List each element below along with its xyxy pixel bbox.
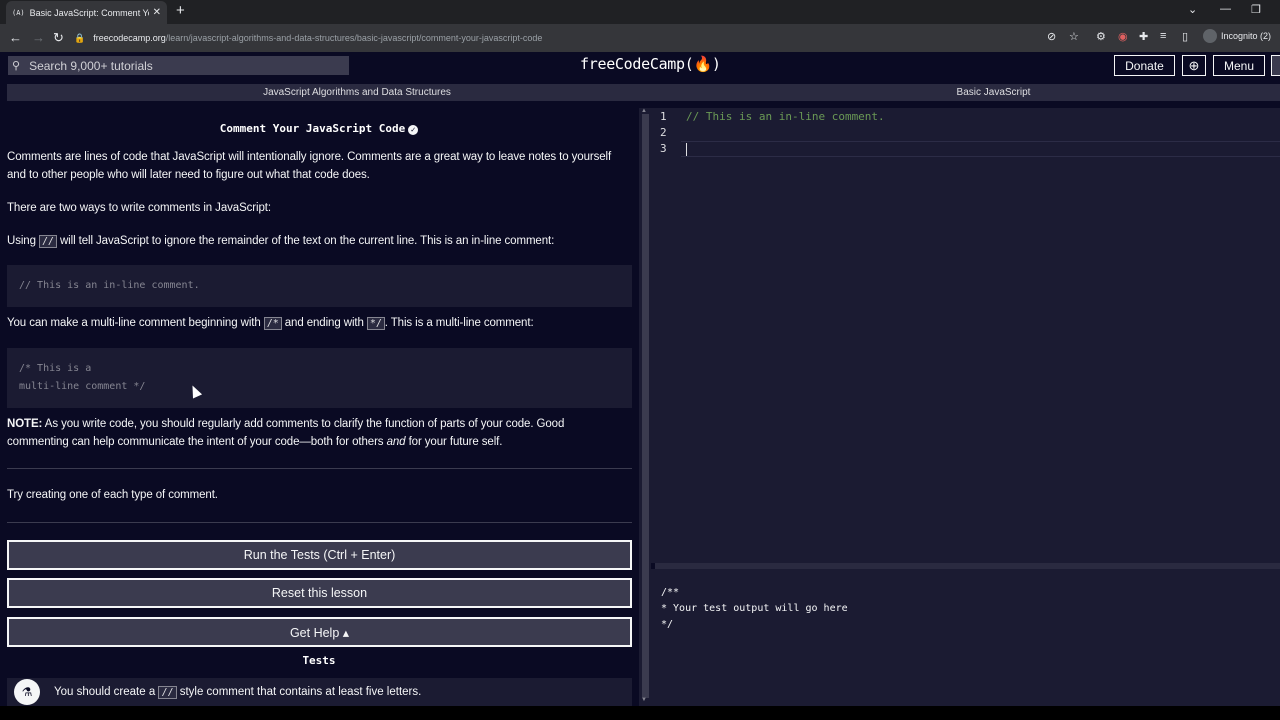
fcc-header: ⚲ Search 9,000+ tutorials freeCodeCamp(🔥… — [0, 52, 1280, 78]
code-block-inline: // This is an in-line comment. — [7, 265, 632, 307]
instructions-pane: Comment Your JavaScript Code ✓ Comments a… — [0, 108, 638, 706]
tests-heading: Tests — [302, 654, 336, 667]
test-output-console: /** * Your test output will go here */ — [651, 569, 1280, 706]
active-line-highlight — [681, 141, 1280, 157]
test-item: ⚗ You should create a // style comment t… — [7, 678, 632, 706]
bottom-strip — [0, 706, 1280, 720]
note-label: NOTE: — [7, 418, 43, 430]
menu-button[interactable]: Menu — [1213, 55, 1265, 76]
eye-off-icon[interactable]: ⊘ — [1047, 30, 1056, 43]
back-icon[interactable]: ← — [9, 30, 22, 45]
lock-icon[interactable]: 🔒 — [74, 33, 85, 44]
freecodecamp-favicon-icon: (A) — [12, 8, 25, 17]
line-number: 3 — [660, 142, 667, 155]
code-block-multiline: /* This is a multi-line comment */ — [7, 348, 632, 408]
paragraph-note: NOTE: As you write code, you should regu… — [7, 415, 617, 451]
reload-icon[interactable]: ↻ — [53, 30, 64, 46]
challenge-title: Comment Your JavaScript Code ✓ — [0, 122, 638, 135]
url-path: /learn/javascript-algorithms-and-data-st… — [165, 33, 543, 43]
text: will tell JavaScript to ignore the remai… — [59, 235, 555, 247]
side-panel-icon[interactable]: ▯ — [1182, 30, 1188, 43]
close-tab-icon[interactable]: ✕ — [153, 7, 161, 18]
line-number: 1 — [660, 110, 667, 123]
paragraph-multiline: You can make a multi-line comment beginn… — [7, 314, 617, 333]
text: You should create a — [54, 686, 156, 698]
incognito-profile[interactable]: Incognito (2) — [1203, 29, 1271, 43]
minimize-icon[interactable]: — — [1220, 3, 1231, 15]
editor-code-line[interactable]: // This is an in-line comment. — [686, 110, 885, 123]
paragraph-two-ways: There are two ways to write comments in … — [7, 202, 271, 214]
browser-toolbar: ← → ↻ 🔒 freecodecamp.org/learn/javascrip… — [0, 24, 1280, 52]
new-tab-icon[interactable]: + — [176, 2, 185, 19]
text: for your future self. — [408, 436, 503, 448]
paragraph-intro: Comments are lines of code that JavaScri… — [7, 151, 612, 181]
get-help-button[interactable]: Get Help ▴ — [7, 617, 632, 647]
code-line: // This is an in-line comment. — [19, 280, 200, 291]
bookmark-star-icon[interactable]: ☆ — [1069, 30, 1079, 43]
inline-code: // — [158, 685, 177, 699]
incognito-icon — [1203, 29, 1217, 43]
code-line: /* This is a — [19, 363, 92, 374]
text: style comment that contains at least fiv… — [179, 686, 422, 698]
scrollbar-thumb[interactable] — [642, 114, 649, 698]
emphasis: and — [386, 436, 406, 448]
text: and ending with — [284, 317, 364, 329]
code-editor[interactable]: 1 2 3 // This is an in-line comment. — [651, 108, 1280, 563]
scroll-down-icon[interactable]: ▼ — [641, 697, 647, 703]
language-globe-icon[interactable]: ⊕ — [1182, 55, 1206, 76]
extensions-puzzle-icon[interactable]: ✚ — [1139, 30, 1148, 43]
browser-tab[interactable]: (A) Basic JavaScript: Comment Your ✕ — [6, 1, 167, 24]
search-placeholder: Search 9,000+ tutorials — [29, 58, 153, 73]
extension-gear-icon[interactable]: ⚙ — [1096, 30, 1106, 43]
paragraph-inline: Using // will tell JavaScript to ignore … — [7, 232, 617, 251]
forward-icon[interactable]: → — [32, 30, 45, 45]
avatar[interactable] — [1271, 55, 1280, 76]
inline-code: /* — [263, 317, 282, 330]
flask-icon: ⚗ — [14, 679, 40, 705]
text: You can make a multi-line comment beginn… — [7, 317, 261, 329]
inline-code: */ — [366, 317, 385, 330]
instructions-scrollbar[interactable]: ▲ ▼ — [639, 108, 651, 706]
extension-badge-icon[interactable]: ◉ — [1118, 30, 1128, 43]
code-line: multi-line comment */ — [19, 381, 146, 392]
url-host: freecodecamp.org — [93, 33, 166, 43]
donate-button[interactable]: Donate — [1114, 55, 1175, 76]
inline-code: // — [39, 235, 57, 248]
tab-search-chevron-icon[interactable]: ⌄ — [1188, 3, 1197, 16]
fcc-logo[interactable]: freeCodeCamp(🔥) — [580, 55, 721, 73]
reading-list-icon[interactable]: ≡ — [1160, 30, 1166, 42]
search-input[interactable]: ⚲ Search 9,000+ tutorials — [8, 56, 349, 75]
text: . This is a multi-line comment: — [384, 317, 534, 329]
search-icon: ⚲ — [12, 60, 21, 72]
incognito-label: Incognito (2) — [1221, 31, 1272, 41]
tab-title: Basic JavaScript: Comment Your — [29, 7, 149, 18]
divider — [7, 468, 632, 469]
text-cursor — [686, 143, 687, 156]
line-number: 2 — [660, 126, 667, 139]
breadcrumb-block[interactable]: Basic JavaScript — [707, 84, 1280, 101]
instructions: Try creating one of each type of comment… — [7, 489, 218, 501]
divider — [7, 522, 632, 523]
challenge-title-text: Comment Your JavaScript Code — [219, 122, 406, 135]
browser-tab-bar: (A) Basic JavaScript: Comment Your ✕ + ⌄… — [0, 0, 1280, 24]
breadcrumb-superblock[interactable]: JavaScript Algorithms and Data Structure… — [7, 84, 707, 101]
completed-check-icon: ✓ — [408, 125, 419, 135]
reset-lesson-button[interactable]: Reset this lesson — [7, 578, 632, 608]
text: Using — [7, 235, 36, 247]
run-tests-button[interactable]: Run the Tests (Ctrl + Enter) — [7, 540, 632, 570]
restore-icon[interactable]: ❐ — [1251, 3, 1261, 16]
